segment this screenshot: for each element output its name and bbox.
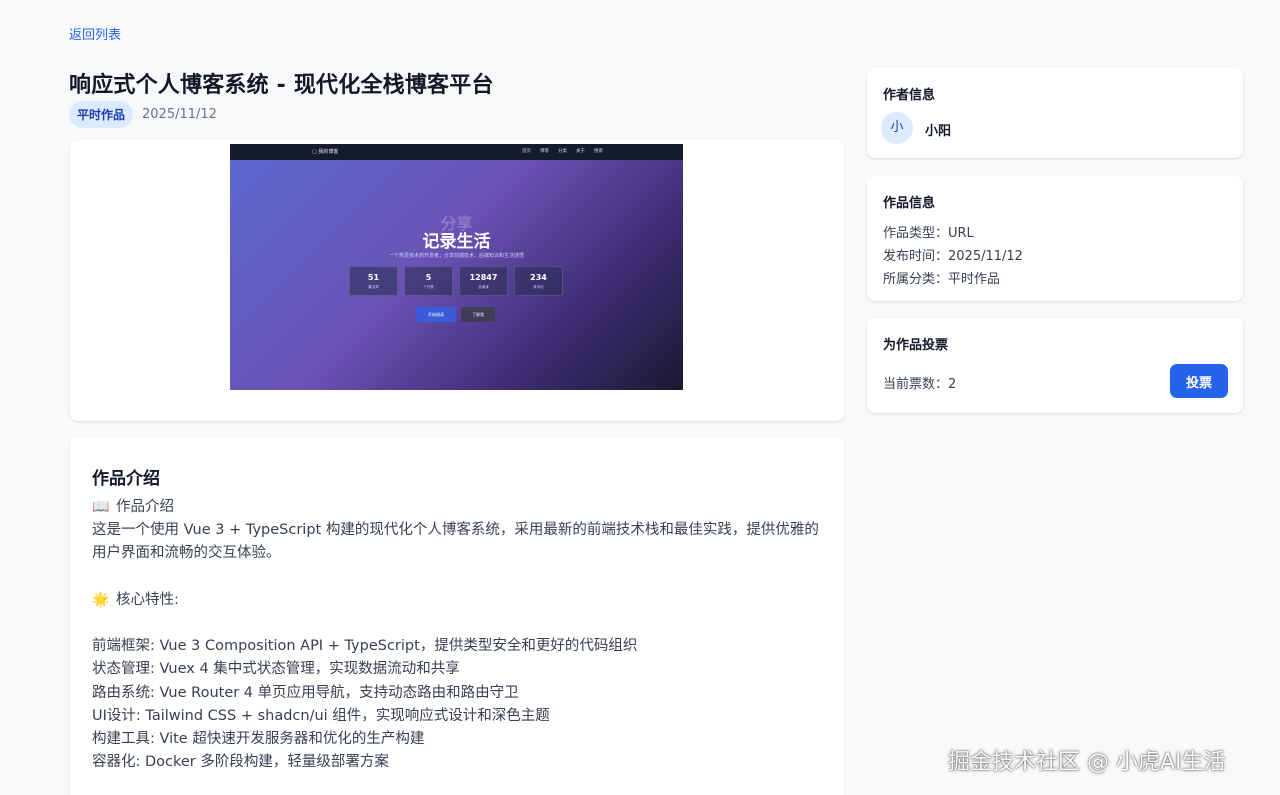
feature-item: 前端框架: Vue 3 Composition API + TypeScript… bbox=[92, 638, 638, 655]
preview-nav-item: 关于 bbox=[576, 149, 585, 154]
star-icon: 🌟 bbox=[92, 591, 110, 608]
preview-stat-label: 条评论 bbox=[533, 285, 544, 289]
feature-item: 路由系统: Vue Router 4 单页应用导航，支持动态路由和路由守卫 bbox=[92, 684, 519, 701]
intro-card: 作品介绍 📖 作品介绍 这是一个使用 Vue 3 + TypeScript 构建的… bbox=[70, 437, 844, 795]
preview-nav-item: 博客 bbox=[540, 149, 549, 154]
feature-item: 构建工具: Vite 超快速开发服务器和优化的生产构建 bbox=[92, 730, 425, 747]
preview-card: ▢ 我的博客 首页 博客 分类 关于 搜索 分享 记录生活 一个热爱技术的开发者… bbox=[70, 140, 844, 421]
feature-item: 状态管理: Vuex 4 集中式状态管理，实现数据流动和共享 bbox=[92, 661, 460, 678]
author-name[interactable]: 小阳 bbox=[925, 120, 951, 139]
preview-stat-label: 总阅读 bbox=[478, 285, 489, 289]
avatar[interactable]: 小 bbox=[881, 112, 913, 144]
preview-stat-card: 51 篇文章 bbox=[349, 266, 398, 296]
preview-stat-label: 篇文章 bbox=[368, 285, 379, 289]
preview-about-button: 了解我 bbox=[461, 307, 495, 322]
intro-body: 📖 作品介绍 这是一个使用 Vue 3 + TypeScript 构建的现代化个人… bbox=[92, 496, 827, 774]
intro-heading: 📖 作品介绍 bbox=[92, 496, 827, 519]
intro-description: 这是一个使用 Vue 3 + TypeScript 构建的现代化个人博客系统，采… bbox=[92, 522, 819, 562]
preview-hero-title: 记录生活 bbox=[422, 232, 491, 252]
book-icon: 📖 bbox=[92, 499, 110, 515]
preview-stat-label: 个分类 bbox=[423, 285, 434, 289]
feature-item: UI设计: Tailwind CSS + shadcn/ui 组件，实现响应式设… bbox=[92, 707, 550, 724]
vote-button[interactable]: 投票 bbox=[1170, 364, 1228, 398]
author-section-title: 作者信息 bbox=[883, 88, 936, 103]
publish-date: 2025/11/12 bbox=[142, 107, 217, 122]
work-info-card: 作品信息 作品类型：URL 发布时间：2025/11/12 所属分类：平时作品 bbox=[867, 176, 1243, 301]
preview-stat-value: 5 bbox=[425, 273, 432, 282]
work-published: 发布时间：2025/11/12 bbox=[883, 249, 1023, 264]
preview-screenshot[interactable]: ▢ 我的博客 首页 博客 分类 关于 搜索 分享 记录生活 一个热爱技术的开发者… bbox=[230, 144, 683, 390]
preview-hero-subtitle: 一个热爱技术的开发者，分享前端技术、后端知识和生活感悟 bbox=[388, 253, 524, 259]
vote-card: 为作品投票 当前票数：2 投票 bbox=[867, 318, 1243, 413]
preview-nav-item: 首页 bbox=[522, 149, 531, 154]
preview-start-reading-button: 开始阅读 bbox=[416, 307, 456, 322]
features-heading-text: 核心特性: bbox=[116, 591, 179, 608]
work-info-list: 作品类型：URL 发布时间：2025/11/12 所属分类：平时作品 bbox=[883, 222, 1023, 291]
intro-section-title: 作品介绍 bbox=[92, 469, 160, 489]
preview-nav-item: 搜索 bbox=[594, 149, 603, 154]
watermark: 掘金技术社区 @ 小虎AI生活 bbox=[948, 750, 1226, 775]
features-heading: 🌟 核心特性: bbox=[92, 589, 827, 612]
preview-buttons: 开始阅读 了解我 bbox=[416, 307, 495, 322]
intro-heading-text: 作品介绍 bbox=[116, 499, 174, 515]
preview-stat-card: 12847 总阅读 bbox=[459, 266, 508, 296]
preview-nav-item: 分类 bbox=[558, 149, 567, 154]
preview-stats: 51 篇文章 5 个分类 12847 总阅读 234 条评论 bbox=[349, 266, 563, 296]
preview-logo: ▢ 我的博客 bbox=[312, 149, 339, 155]
author-card: 作者信息 小 小阳 bbox=[867, 68, 1243, 158]
article-meta: 平时作品 2025/11/12 bbox=[69, 101, 217, 128]
work-type: 作品类型：URL bbox=[883, 226, 974, 241]
preview-nav-items: 首页 博客 分类 关于 搜索 bbox=[522, 148, 603, 154]
preview-stat-value: 51 bbox=[367, 273, 380, 282]
vote-section-title: 为作品投票 bbox=[883, 338, 949, 353]
preview-navbar: ▢ 我的博客 首页 博客 分类 关于 搜索 bbox=[230, 144, 683, 160]
preview-stat-card: 5 个分类 bbox=[404, 266, 453, 296]
preview-stat-value: 234 bbox=[530, 273, 547, 282]
vote-count: 当前票数：2 bbox=[883, 377, 957, 392]
page-title: 响应式个人博客系统 - 现代化全栈博客平台 bbox=[69, 73, 494, 98]
work-category: 所属分类：平时作品 bbox=[883, 272, 1001, 287]
feature-item: 容器化: Docker 多阶段构建，轻量级部署方案 bbox=[92, 754, 389, 771]
back-to-list-link[interactable]: 返回列表 bbox=[69, 24, 121, 43]
work-info-section-title: 作品信息 bbox=[883, 196, 936, 211]
preview-stat-card: 234 条评论 bbox=[514, 266, 563, 296]
preview-stat-value: 12847 bbox=[469, 273, 498, 282]
category-badge[interactable]: 平时作品 bbox=[69, 101, 134, 128]
